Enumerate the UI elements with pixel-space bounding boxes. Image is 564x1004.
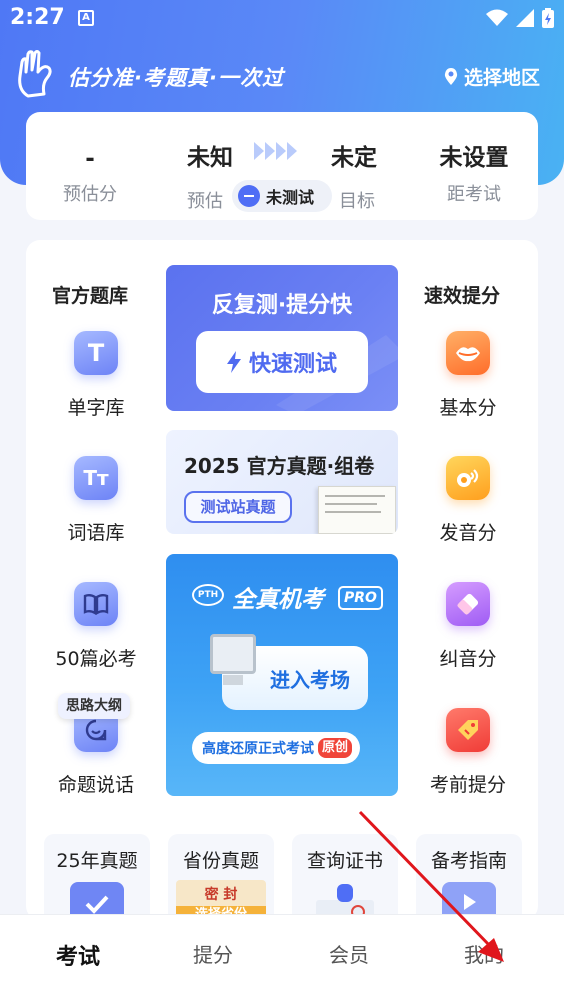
minus-circle-icon <box>238 185 260 207</box>
tab-boost[interactable]: 提分 <box>163 939 263 968</box>
single-char-bank[interactable]: T 单字库 <box>41 331 151 420</box>
mouth-icon <box>446 331 490 375</box>
words-icon: Tт <box>74 456 118 500</box>
words-label: 词语库 <box>67 522 125 544</box>
target-score-value[interactable]: 未定 <box>324 138 384 172</box>
pth-logo-icon: PTH <box>192 584 224 606</box>
mock-exam-title: 全真机考 <box>232 587 324 613</box>
exam-note: 高度还原正式考试 原创 <box>192 732 361 764</box>
bottom-tab-bar: 考试 提分 会员 我的 <box>0 914 564 1004</box>
outline-badge: 思路大纲 <box>58 693 130 719</box>
quick-test-button[interactable]: 快速测试 <box>196 331 368 393</box>
quick-boost-title: 速效提分 <box>424 285 501 307</box>
quick-test-panel[interactable]: 反复测·提分快 快速测试 <box>166 265 398 411</box>
tab-membership[interactable]: 会员 <box>299 939 399 968</box>
official-papers-panel[interactable]: 2025 官方真题·组卷 测试站真题 <box>166 430 398 534</box>
province-papers-label: 省份真题 <box>182 850 259 872</box>
past-papers-2025-label: 25年真题 <box>56 850 138 872</box>
status-bar: 2:27 A <box>0 0 564 38</box>
query-certificate-card[interactable]: 查询证书 <box>292 834 398 924</box>
test-station-papers-button[interactable]: 测试站真题 <box>184 491 292 523</box>
exam-note-text: 高度还原正式考试 <box>202 741 314 757</box>
official-bank-title: 官方题库 <box>52 285 129 307</box>
tab-mine[interactable]: 我的 <box>434 939 534 968</box>
exam-countdown-label: 距考试 <box>447 184 501 205</box>
tag-icon <box>446 708 490 752</box>
untested-label: 未测试 <box>266 188 315 207</box>
basic-score-label: 基本分 <box>439 397 497 419</box>
words-bank[interactable]: Tт 词语库 <box>41 456 151 545</box>
location-pin-icon <box>444 67 458 85</box>
correction-score[interactable]: 纠音分 <box>413 582 523 671</box>
from-label: 预估 <box>187 191 223 212</box>
notification-a-icon: A <box>78 10 94 26</box>
paper-booklet-image <box>318 486 396 534</box>
query-certificate-label: 查询证书 <box>306 850 383 872</box>
eraser-icon <box>446 582 490 626</box>
status-icons <box>486 8 554 28</box>
single-char-icon: T <box>74 331 118 375</box>
sealed-stamp: 密 封 <box>204 887 238 903</box>
fifty-articles[interactable]: 50篇必考 <box>41 582 151 671</box>
target-label: 目标 <box>339 191 375 212</box>
estimate-score-label: 预估分 <box>63 184 117 205</box>
from-score-value: 未知 <box>187 145 233 171</box>
original-badge: 原创 <box>318 738 353 758</box>
untested-status-badge[interactable]: 未测试 <box>232 180 332 212</box>
tab-exam[interactable]: 考试 <box>28 939 128 971</box>
hand-ok-logo-icon <box>18 50 52 98</box>
pro-badge: PRO <box>338 586 383 610</box>
select-region-label: 选择地区 <box>463 67 540 89</box>
past-papers-2025-card[interactable]: 25年真题 <box>44 834 150 924</box>
topic-speaking[interactable]: 命题说话 <box>41 708 151 797</box>
book-icon <box>74 582 118 626</box>
header-slogan: 估分准·考题真·一次过 <box>68 66 284 90</box>
app-header: 估分准·考题真·一次过 选择地区 <box>0 48 564 108</box>
exam-guide-label: 备考指南 <box>430 850 507 872</box>
status-time: 2:27 <box>10 5 65 30</box>
quick-test-button-label: 快速测试 <box>248 352 337 377</box>
pronunciation-score-label: 发音分 <box>439 522 497 544</box>
select-region-button[interactable]: 选择地区 <box>444 63 540 90</box>
single-char-label: 单字库 <box>67 397 125 419</box>
exam-countdown[interactable]: 未设置 距考试 <box>424 138 524 206</box>
estimate-score[interactable]: - 预估分 <box>40 146 140 206</box>
estimate-score-value: - <box>85 146 95 172</box>
topic-speaking-label: 命题说话 <box>57 774 134 796</box>
wifi-icon <box>486 9 508 26</box>
full-mock-exam-panel[interactable]: PTH 全真机考 PRO 进入考场 高度还原正式考试 原创 <box>166 554 398 796</box>
progress-arrows-icon <box>254 142 298 160</box>
fifty-articles-label: 50篇必考 <box>55 648 137 670</box>
pre-exam-boost[interactable]: 考前提分 <box>413 708 523 797</box>
lightning-icon <box>226 351 241 373</box>
exam-countdown-value: 未设置 <box>439 145 509 171</box>
quick-test-title: 反复测·提分快 <box>211 293 353 318</box>
computer-monitor-icon <box>210 634 256 685</box>
exam-guide-card[interactable]: 备考指南 <box>416 834 522 924</box>
province-papers-card[interactable]: 省份真题 密 封 选择省份 <box>168 834 274 924</box>
basic-score[interactable]: 基本分 <box>413 331 523 420</box>
pronunciation-icon <box>446 456 490 500</box>
pronunciation-score[interactable]: 发音分 <box>413 456 523 545</box>
official-papers-title: 2025 官方真题·组卷 <box>184 454 375 478</box>
battery-icon <box>542 8 554 28</box>
signal-icon <box>516 9 534 27</box>
pre-exam-boost-label: 考前提分 <box>429 774 506 796</box>
enter-exam-label: 进入考场 <box>270 667 350 692</box>
correction-score-label: 纠音分 <box>439 648 497 670</box>
